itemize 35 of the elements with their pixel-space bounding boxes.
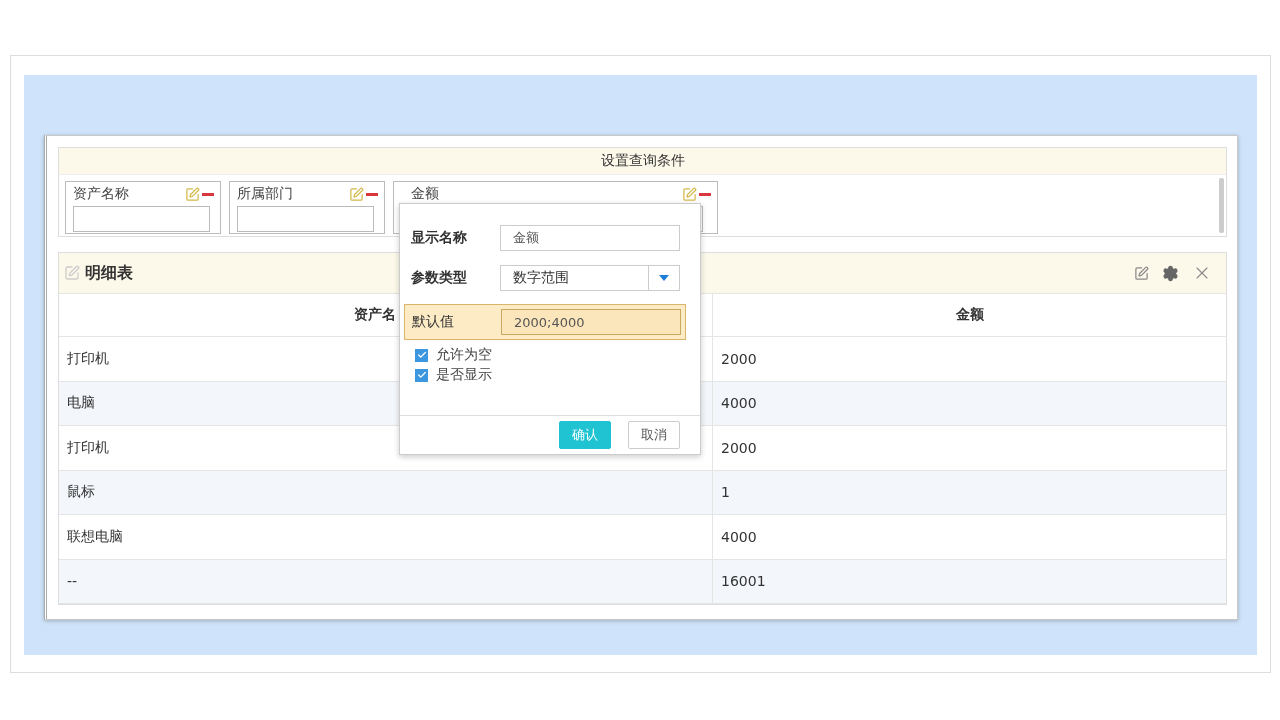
remove-icon[interactable]: [366, 192, 378, 196]
checkbox-label: 允许为空: [436, 346, 492, 364]
remove-icon[interactable]: [202, 192, 214, 196]
checkbox[interactable]: [415, 348, 428, 362]
condition-label: 金额: [411, 185, 439, 203]
table-cell: 4000: [713, 381, 1226, 426]
table-cell: 联想电脑: [59, 515, 713, 560]
condition-input[interactable]: [73, 206, 210, 232]
checkbox-label: 是否显示: [436, 366, 492, 384]
edit-icon[interactable]: [1134, 265, 1149, 281]
remove-icon[interactable]: [699, 192, 711, 196]
scrollbar[interactable]: [1219, 178, 1224, 233]
table-cell: 鼠标: [59, 470, 713, 515]
settings-icon[interactable]: [1162, 264, 1179, 282]
edit-icon: [64, 265, 80, 281]
condition-input[interactable]: [237, 206, 374, 232]
condition-label: 所属部门: [237, 185, 293, 203]
table-cell: 16001: [713, 559, 1226, 604]
checkbox[interactable]: [415, 368, 428, 382]
edit-icon[interactable]: [349, 186, 364, 202]
table-cell: 1: [713, 470, 1226, 515]
table-cell: --: [59, 559, 713, 604]
condition-label: 资产名称: [73, 185, 129, 203]
panel-title: 明细表: [85, 262, 133, 284]
edit-icon[interactable]: [185, 186, 200, 202]
type-select[interactable]: 数字范围: [500, 265, 680, 291]
input-field[interactable]: 金额: [500, 225, 680, 251]
field-label: 显示名称: [411, 229, 468, 247]
edit-icon[interactable]: [682, 186, 697, 202]
field-label: 参数类型: [411, 269, 468, 287]
field-label: 默认值: [412, 313, 455, 331]
query-panel-title: 设置查询条件: [59, 148, 1226, 175]
input-field[interactable]: 2000;4000: [501, 309, 681, 335]
cancel-button[interactable]: 取消: [628, 421, 680, 449]
dropdown-icon: [659, 275, 669, 281]
